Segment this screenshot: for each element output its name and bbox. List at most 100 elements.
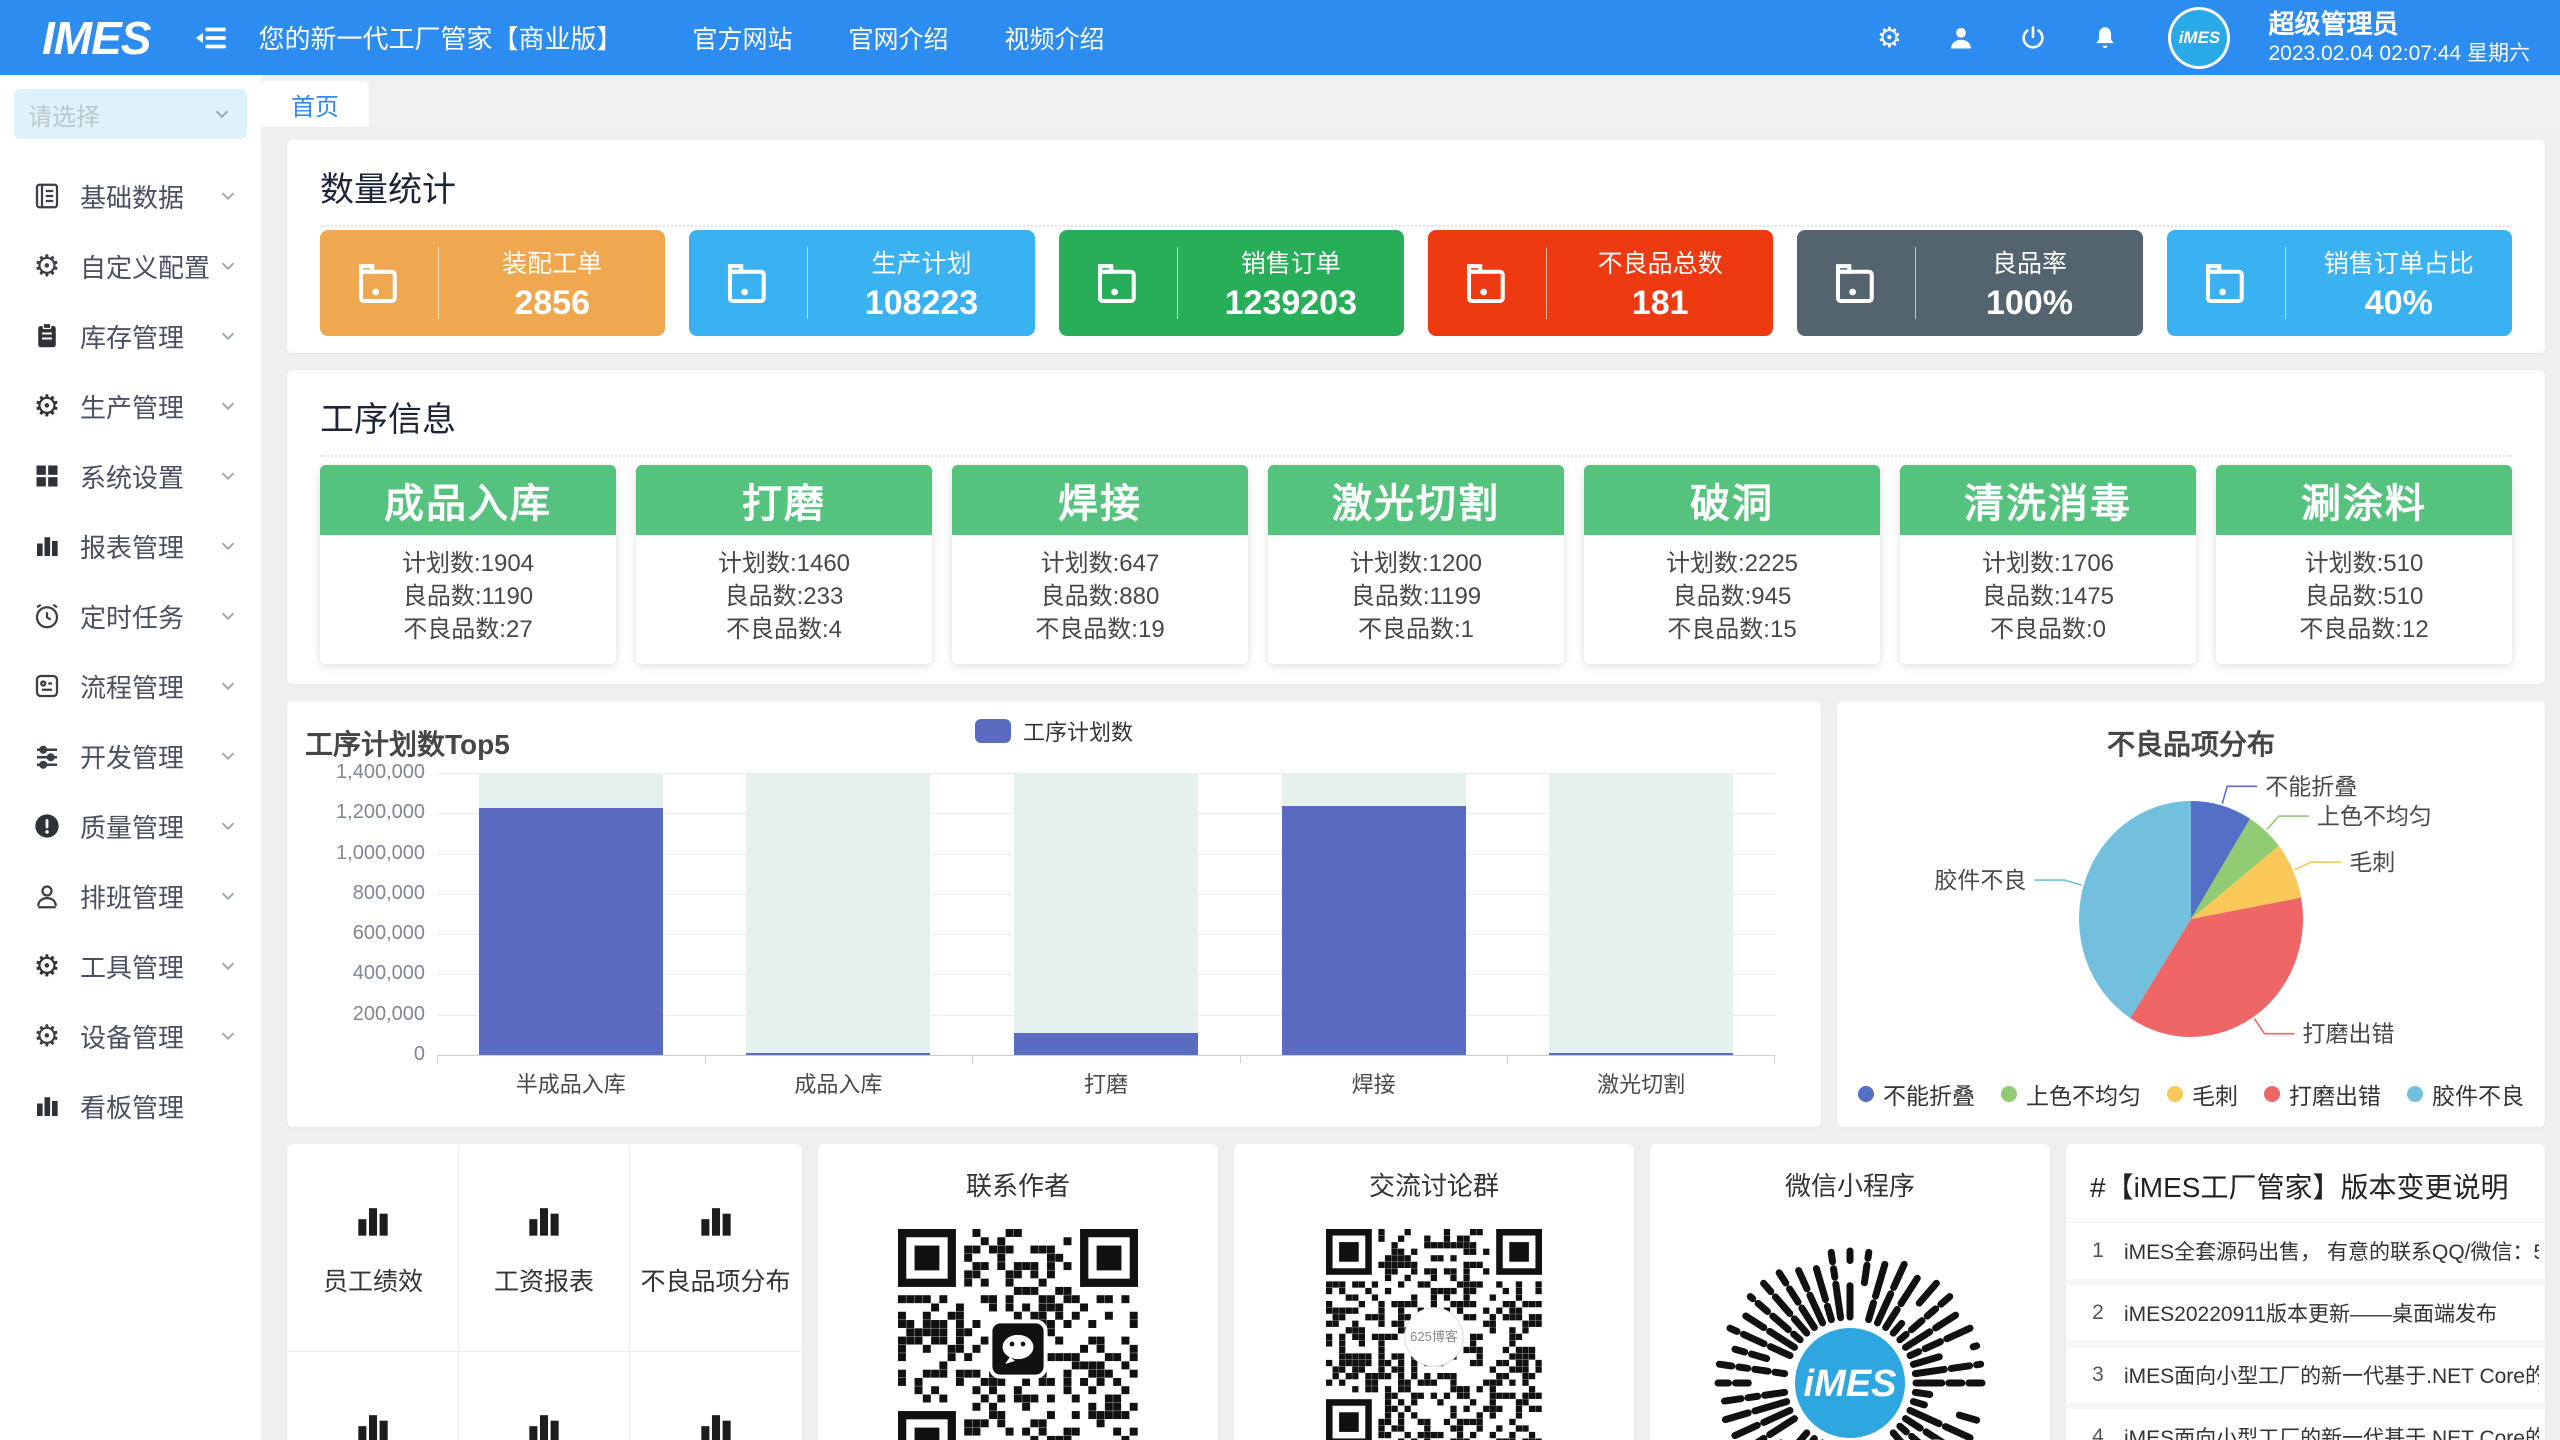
chevron-down-icon — [217, 1025, 239, 1047]
sidebar-item-系统设置[interactable]: 系统设置 — [0, 441, 261, 511]
report-item-生产报表[interactable]: 生产报表 — [459, 1352, 630, 1440]
chevron-down-icon — [217, 185, 239, 207]
avatar[interactable]: iMES — [2168, 7, 2230, 69]
stat-card-不良品总数[interactable]: 不良品总数 181 — [1428, 230, 1773, 336]
header-nav: 官方网站 官网介绍 视频介绍 — [692, 20, 1104, 56]
report-item-不良品项汇总[interactable]: 不良品项汇总 — [288, 1352, 459, 1440]
imes-dashboard: IMES 您的新一代工厂管家【商业版】 官方网站官网介绍视频介绍 ⚙ iMES … — [0, 0, 2560, 1440]
pie-legend-item-打磨出错[interactable]: 打磨出错 — [2264, 1077, 2381, 1111]
legend-dot — [2264, 1086, 2280, 1102]
user-icon[interactable] — [1944, 21, 1978, 55]
sidebar-item-设备管理[interactable]: ⚙ 设备管理 — [0, 1001, 261, 1071]
svg-text:625博客: 625博客 — [1410, 1329, 1458, 1344]
stat-label: 销售订单占比 — [2324, 244, 2474, 280]
sidebar-select[interactable]: 请选择 — [14, 89, 247, 139]
sidebar-item-基础数据[interactable]: 基础数据 — [0, 161, 261, 231]
bottom-row: 员工绩效 工资报表 不良品项分布 不良品项汇总 生产报表 产量统计 联系作者 扫… — [287, 1144, 2545, 1440]
nav-link-0[interactable]: 官方网站 — [692, 20, 792, 56]
good-count: 良品数:880 — [952, 580, 1248, 613]
process-card-清洗消毒[interactable]: 清洗消毒 计划数:1706 良品数:1475 不良品数:0 — [1900, 465, 2196, 664]
sidebar-item-排班管理[interactable]: 排班管理 — [0, 861, 261, 931]
stat-value: 40% — [2365, 284, 2433, 323]
avatar-logo: iMES — [2171, 10, 2227, 66]
stat-card-销售订单占比[interactable]: 销售订单占比 40% — [2167, 230, 2512, 336]
document-icon — [30, 179, 64, 213]
stat-label: 销售订单 — [1241, 244, 1341, 280]
process-name: 打磨 — [636, 465, 932, 535]
legend-dot — [2407, 1086, 2423, 1102]
good-count: 良品数:1475 — [1900, 580, 2196, 613]
pie-legend-item-上色不均匀[interactable]: 上色不均匀 — [2001, 1077, 2141, 1111]
sidebar-item-定时任务[interactable]: 定时任务 — [0, 581, 261, 651]
process-card-打磨[interactable]: 打磨 计划数:1460 良品数:233 不良品数:4 — [636, 465, 932, 664]
pie-legend-item-毛刺[interactable]: 毛刺 — [2167, 1077, 2238, 1111]
content: 数量统计 装配工单 2856 生产计划 108223 销售订单 1239203 — [261, 127, 2560, 1440]
reports-grid-card: 员工绩效 工资报表 不良品项分布 不良品项汇总 生产报表 产量统计 — [287, 1144, 802, 1440]
pie-legend-item-不能折叠[interactable]: 不能折叠 — [1858, 1077, 1975, 1111]
bar-bg-band — [746, 773, 930, 1055]
changelog-row[interactable]: 4 iMES面向小型工厂的新一代基于.NET Core的MES系统__PC端 — [2066, 1409, 2545, 1440]
bar-半成品入库[interactable] — [479, 808, 663, 1055]
plan-count: 计划数:647 — [952, 547, 1248, 580]
header-right: ⚙ iMES 超级管理员 2023.02.04 02:07:44 星期六 — [1872, 7, 2560, 69]
settings-icon[interactable]: ⚙ — [1872, 21, 1906, 55]
menu-fold-icon[interactable] — [190, 18, 230, 58]
folder-icon — [1797, 256, 1915, 310]
stat-card-生产计划[interactable]: 生产计划 108223 — [689, 230, 1034, 336]
report-item-工资报表[interactable]: 工资报表 — [459, 1145, 630, 1352]
top-header: IMES 您的新一代工厂管家【商业版】 官方网站官网介绍视频介绍 ⚙ iMES … — [0, 0, 2560, 75]
chevron-down-icon — [217, 395, 239, 417]
stat-value: 1239203 — [1225, 284, 1357, 323]
changelog-row[interactable]: 3 iMES面向小型工厂的新一代基于.NET Core的MES系统__移动端 — [2066, 1347, 2545, 1409]
pie-callout-label: 上色不均匀 — [2317, 803, 2432, 829]
bar-chart-legend[interactable]: 工序计划数 — [287, 715, 1821, 747]
pie-chart: 不能折叠上色不均匀毛刺打磨出错胶件不良 — [1837, 701, 2545, 1127]
sidebar-item-质量管理[interactable]: 质量管理 — [0, 791, 261, 861]
nav-link-2[interactable]: 视频介绍 — [1005, 20, 1105, 56]
stats-section: 数量统计 装配工单 2856 生产计划 108223 销售订单 1239203 — [287, 140, 2545, 353]
process-name: 清洗消毒 — [1900, 465, 2196, 535]
miniapp-title: 微信小程序 — [1785, 1166, 1915, 1203]
x-label: 激光切割 — [1507, 1067, 1775, 1099]
contact-author-card: 联系作者 扫一扫上面的二维码图案，加我为朋友。 — [818, 1144, 1218, 1440]
select-placeholder: 请选择 — [28, 97, 211, 132]
sidebar-item-流程管理[interactable]: 流程管理 — [0, 651, 261, 721]
sidebar-item-自定义配置[interactable]: ⚙ 自定义配置 — [0, 231, 261, 301]
stat-value: 2856 — [514, 284, 590, 323]
changelog-row[interactable]: 2 iMES20220911版本更新——桌面端发布 — [2066, 1285, 2545, 1347]
pie-legend-item-胶件不良[interactable]: 胶件不良 — [2407, 1077, 2524, 1111]
stat-card-装配工单[interactable]: 装配工单 2856 — [320, 230, 665, 336]
pie-chart-card: 不良品项分布 不能折叠上色不均匀毛刺打磨出错胶件不良 不能折叠 上色不均匀 毛刺… — [1837, 701, 2545, 1127]
stat-card-销售订单[interactable]: 销售订单 1239203 — [1059, 230, 1404, 336]
tab-home[interactable]: 首页 — [261, 81, 369, 127]
process-card-焊接[interactable]: 焊接 计划数:647 良品数:880 不良品数:19 — [952, 465, 1248, 664]
process-card-涮涂料[interactable]: 涮涂料 计划数:510 良品数:510 不良品数:12 — [2216, 465, 2512, 664]
charts-row: 工序计划数Top5 工序计划数 0200,000400,000600,00080… — [287, 701, 2545, 1127]
process-card-破洞[interactable]: 破洞 计划数:2225 良品数:945 不良品数:15 — [1584, 465, 1880, 664]
bad-count: 不良品数:27 — [320, 613, 616, 646]
plan-count: 计划数:1904 — [320, 547, 616, 580]
changelog-row[interactable]: 1 iMES全套源码出售， 有意的联系QQ/微信：514224717 — [2066, 1223, 2545, 1285]
sidebar-item-工具管理[interactable]: ⚙ 工具管理 — [0, 931, 261, 1001]
bar-焊接[interactable] — [1282, 806, 1466, 1055]
sidebar-item-报表管理[interactable]: 报表管理 — [0, 511, 261, 581]
sidebar-item-看板管理[interactable]: 看板管理 — [0, 1071, 261, 1141]
pie-callout-label: 不能折叠 — [2265, 773, 2357, 799]
nav-link-1[interactable]: 官网介绍 — [849, 20, 949, 56]
legend-label: 工序计划数 — [1023, 715, 1133, 747]
report-item-员工绩效[interactable]: 员工绩效 — [288, 1145, 459, 1352]
report-item-不良品项分布[interactable]: 不良品项分布 — [630, 1145, 801, 1352]
bad-count: 不良品数:12 — [2216, 613, 2512, 646]
sidebar-item-开发管理[interactable]: 开发管理 — [0, 721, 261, 791]
process-card-成品入库[interactable]: 成品入库 计划数:1904 良品数:1190 不良品数:27 — [320, 465, 616, 664]
process-card-激光切割[interactable]: 激光切割 计划数:1200 良品数:1199 不良品数:1 — [1268, 465, 1564, 664]
bar-chart-icon — [522, 1406, 566, 1440]
stat-label: 良品率 — [1992, 244, 2067, 280]
sidebar-item-生产管理[interactable]: ⚙ 生产管理 — [0, 371, 261, 441]
stat-card-良品率[interactable]: 良品率 100% — [1797, 230, 2142, 336]
bar-打磨[interactable] — [1014, 1033, 1198, 1055]
power-icon[interactable] — [2016, 21, 2050, 55]
report-item-产量统计[interactable]: 产量统计 — [630, 1352, 801, 1440]
sidebar-item-库存管理[interactable]: 库存管理 — [0, 301, 261, 371]
bell-icon[interactable] — [2088, 21, 2122, 55]
